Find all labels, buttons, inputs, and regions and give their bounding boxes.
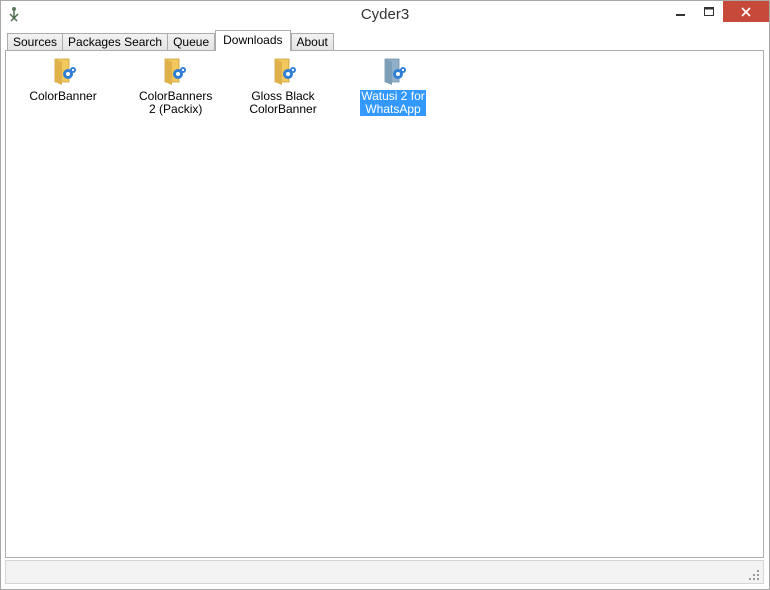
tab-downloads[interactable]: Downloads [215,30,291,51]
app-window: Cyder3 Sources Packages Search Queue Dow… [0,0,770,590]
folder-gear-icon [274,58,296,85]
item-label: ColorBanners 2 (Packix) [139,89,213,116]
window-title: Cyder3 [360,6,410,23]
close-icon [741,6,751,17]
folder-gear-icon [384,58,406,85]
maximize-icon [704,6,714,16]
downloads-panel[interactable]: ColorBanner ColorBanners 2 (Packix) Glos… [5,50,764,558]
tab-queue[interactable]: Queue [167,33,216,51]
title-bar[interactable]: Cyder3 [1,1,769,29]
minimize-button[interactable] [667,1,695,22]
list-item-selected[interactable]: Watusi 2 for WhatsApp [358,56,428,116]
item-label: Gloss Black ColorBanner [249,89,317,116]
close-button[interactable] [723,1,769,22]
list-item[interactable]: Gloss Black ColorBanner [248,56,318,116]
folder-gear-icon [164,58,186,85]
folder-gear-icon [54,58,76,85]
status-bar [5,560,764,584]
item-label: Watusi 2 for WhatsApp [360,89,426,116]
list-item[interactable]: ColorBanners 2 (Packix) [138,56,212,116]
tab-strip: Sources Packages Search Queue Downloads … [7,30,334,51]
resize-grip-icon[interactable] [749,570,759,580]
tab-packages-search[interactable]: Packages Search [62,33,169,51]
maximize-button[interactable] [695,1,723,22]
list-item[interactable]: ColorBanner [28,56,98,103]
item-label: ColorBanner [29,89,97,103]
tab-about[interactable]: About [290,33,334,51]
minimize-icon [676,13,685,16]
tab-sources[interactable]: Sources [7,33,64,51]
